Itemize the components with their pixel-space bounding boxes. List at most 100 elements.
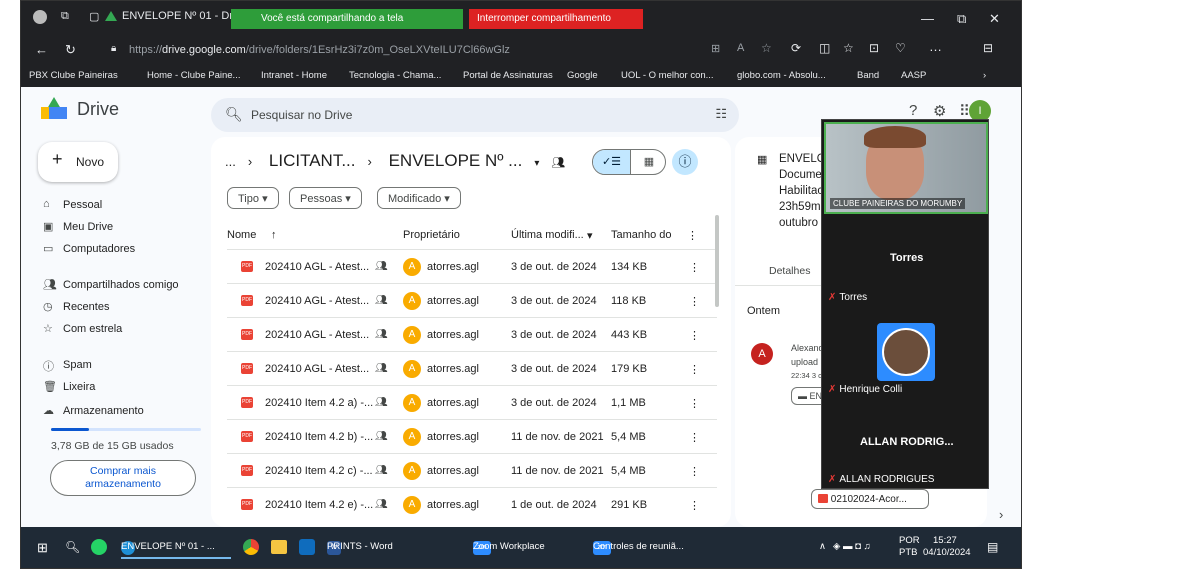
column-owner[interactable]: Proprietário — [403, 229, 460, 241]
file-name[interactable]: 202410 Item 4.2 b) -... — [265, 431, 373, 443]
favorite-icon[interactable]: ☆ — [761, 41, 772, 55]
notifications-icon[interactable]: ▤ — [987, 540, 998, 554]
bookmark-1[interactable]: Home - Clube Paine... — [147, 70, 240, 81]
column-options-icon[interactable]: ⋮ — [687, 229, 698, 242]
more-icon[interactable]: … — [929, 39, 942, 54]
column-name[interactable]: Nome — [227, 229, 256, 241]
breadcrumb-more[interactable]: ... — [225, 154, 236, 169]
clock-time[interactable]: 15:27 — [933, 535, 957, 546]
search-icon[interactable]: 🔍︎ — [225, 106, 243, 123]
breadcrumb-item[interactable]: LICITANT... — [269, 151, 356, 170]
close-icon[interactable]: ✕ — [989, 11, 1000, 27]
search-options-icon[interactable]: ☷ — [715, 106, 727, 122]
expand-side-panel-icon[interactable]: › — [999, 507, 1003, 522]
new-button[interactable]: + Novo — [38, 142, 118, 182]
minimize-icon[interactable]: — — [921, 11, 934, 26]
buy-storage-button[interactable]: Comprar mais armazenamento — [50, 460, 196, 496]
back-icon[interactable]: ← — [35, 42, 48, 57]
windows-start-icon[interactable]: ⊞ — [37, 540, 48, 556]
url-field[interactable]: https://drive.google.com/drive/folders/1… — [129, 39, 689, 61]
column-modified[interactable]: Última modifi... — [511, 229, 584, 241]
file-name[interactable]: 202410 Item 4.2 c) -... — [265, 465, 373, 477]
breadcrumb-current[interactable]: ENVELOPE Nº ... — [389, 151, 523, 170]
table-row[interactable]: PDF 202410 Item 4.2 c) -... 👥︎ Aatorres.agl… — [227, 453, 717, 487]
tab-actions-icon[interactable]: ▢ — [89, 10, 99, 23]
bookmark-7[interactable]: globo.com - Absolu... — [737, 70, 826, 81]
filter-chip-modificado[interactable]: Modificado ▾ — [377, 187, 461, 209]
chevron-down-icon[interactable]: ▾ — [534, 158, 539, 169]
reload-icon[interactable]: ↻ — [65, 42, 76, 58]
outlook-icon[interactable] — [299, 539, 315, 555]
row-menu-icon[interactable]: ⋮ — [689, 363, 700, 376]
sidebar-toggle-icon[interactable]: ⊟ — [983, 41, 993, 55]
bookmark-3[interactable]: Tecnologia - Chama... — [349, 70, 441, 81]
file-explorer-icon[interactable] — [271, 540, 287, 554]
row-menu-icon[interactable]: ⋮ — [689, 261, 700, 274]
chevron-down-icon[interactable]: ▾ — [587, 229, 593, 242]
search-input[interactable]: Pesquisar no Drive — [251, 108, 352, 122]
list-view-button[interactable]: ✓☰ — [593, 150, 630, 174]
bookmark-4[interactable]: Portal de Assinaturas — [463, 70, 553, 81]
table-row[interactable]: PDF 202410 AGL - Atest... 👥︎ Aatorres.agl 3 … — [227, 351, 717, 385]
lock-icon[interactable]: 🔒︎ — [111, 43, 116, 54]
activity-file-chip[interactable]: 02102024-Acor... — [811, 489, 929, 509]
file-name[interactable]: 202410 AGL - Atest... — [265, 295, 369, 307]
participant-video-main[interactable]: CLUBE PAINEIRAS DO MORUMBY — [824, 122, 988, 214]
sort-arrow-icon[interactable]: ↑ — [271, 229, 277, 241]
extensions-icon[interactable]: ♡ — [895, 41, 906, 55]
row-menu-icon[interactable]: ⋮ — [689, 465, 700, 478]
table-row[interactable]: PDF 202410 AGL - Atest... 👥︎ Aatorres.agl 3 … — [227, 249, 717, 283]
table-row[interactable]: PDF 202410 Item 4.2 b) -... 👥︎ Aatorres.agl… — [227, 419, 717, 453]
help-icon[interactable]: ? — [909, 102, 917, 119]
refresh-ext-icon[interactable]: ⟳ — [791, 41, 801, 55]
file-name[interactable]: 202410 Item 4.2 a) -... — [265, 397, 373, 409]
bookmark-6[interactable]: UOL - O melhor con... — [621, 70, 714, 81]
taskbar-item-edge[interactable]: ENVELOPE Nº 01 - ... — [121, 533, 231, 559]
browser-tab[interactable]: ENVELOPE Nº 01 - Dr — [122, 10, 232, 35]
file-name[interactable]: 202410 AGL - Atest... — [265, 329, 369, 341]
language-indicator[interactable]: POR — [899, 535, 920, 546]
scrollbar[interactable] — [715, 215, 719, 307]
whatsapp-icon[interactable] — [91, 539, 107, 555]
clock-date[interactable]: 04/10/2024 — [923, 547, 971, 558]
settings-icon[interactable]: ⚙ — [933, 102, 946, 120]
read-aloud-icon[interactable]: A — [737, 42, 744, 54]
bookmark-8[interactable]: Band — [857, 70, 879, 81]
restore-icon[interactable]: ⧉ — [957, 11, 966, 27]
filter-chip-pessoas[interactable]: Pessoas ▾ — [289, 187, 362, 209]
profile-icon[interactable] — [33, 10, 47, 24]
tab-detalhes[interactable]: Detalhes — [769, 265, 810, 277]
row-menu-icon[interactable]: ⋮ — [689, 329, 700, 342]
tray-icons[interactable]: ◈ ▬ ◘ ♫ — [833, 541, 871, 552]
table-row[interactable]: PDF 202410 AGL - Atest... 👥︎ Aatorres.agl 3 … — [227, 317, 717, 351]
filter-chip-tipo[interactable]: Tipo ▾ — [227, 187, 279, 209]
chrome-icon[interactable] — [243, 539, 259, 555]
tray-overflow-icon[interactable]: ∧ — [819, 541, 826, 552]
file-name[interactable]: 202410 AGL - Atest... — [265, 363, 369, 375]
search-taskbar-icon[interactable]: 🔍︎ — [65, 540, 80, 554]
row-menu-icon[interactable]: ⋮ — [689, 397, 700, 410]
bookmark-0[interactable]: PBX Clube Paineiras — [29, 70, 118, 81]
row-menu-icon[interactable]: ⋮ — [689, 295, 700, 308]
file-name[interactable]: 202410 Item 4.2 e) -... — [265, 499, 373, 511]
column-size[interactable]: Tamanho do — [611, 229, 672, 241]
file-name[interactable]: 202410 AGL - Atest... — [265, 261, 369, 273]
favorites-bar-icon[interactable]: ☆ — [843, 41, 854, 55]
split-screen-icon[interactable]: ◫ — [819, 41, 830, 55]
info-button[interactable]: ⓘ — [672, 149, 698, 175]
participant-avatar[interactable] — [877, 323, 935, 381]
collections-icon[interactable]: ⊡ — [869, 41, 879, 55]
workspaces-icon[interactable]: ⧉ — [61, 10, 69, 23]
keyboard-layout[interactable]: PTB — [899, 547, 917, 558]
bookmarks-overflow-icon[interactable]: › — [983, 70, 986, 81]
app-install-icon[interactable]: ⊞ — [711, 42, 720, 55]
table-row[interactable]: PDF 202410 AGL - Atest... 👥︎ Aatorres.agl 3 … — [227, 283, 717, 317]
table-row[interactable]: PDF 202410 Item 4.2 e) -... 👥︎ Aatorres.agl… — [227, 487, 717, 521]
row-menu-icon[interactable]: ⋮ — [689, 499, 700, 512]
stop-share-button[interactable]: Interromper compartilhamento — [469, 9, 643, 29]
search-box[interactable]: 🔍︎ Pesquisar no Drive ☷ — [211, 98, 739, 132]
bookmark-5[interactable]: Google — [567, 70, 598, 81]
grid-view-button[interactable]: ▦ — [630, 150, 665, 174]
bookmark-9[interactable]: AASP — [901, 70, 926, 81]
table-row[interactable]: PDF 202410 Item 4.2 a) -... 👥︎ Aatorres.agl… — [227, 385, 717, 419]
